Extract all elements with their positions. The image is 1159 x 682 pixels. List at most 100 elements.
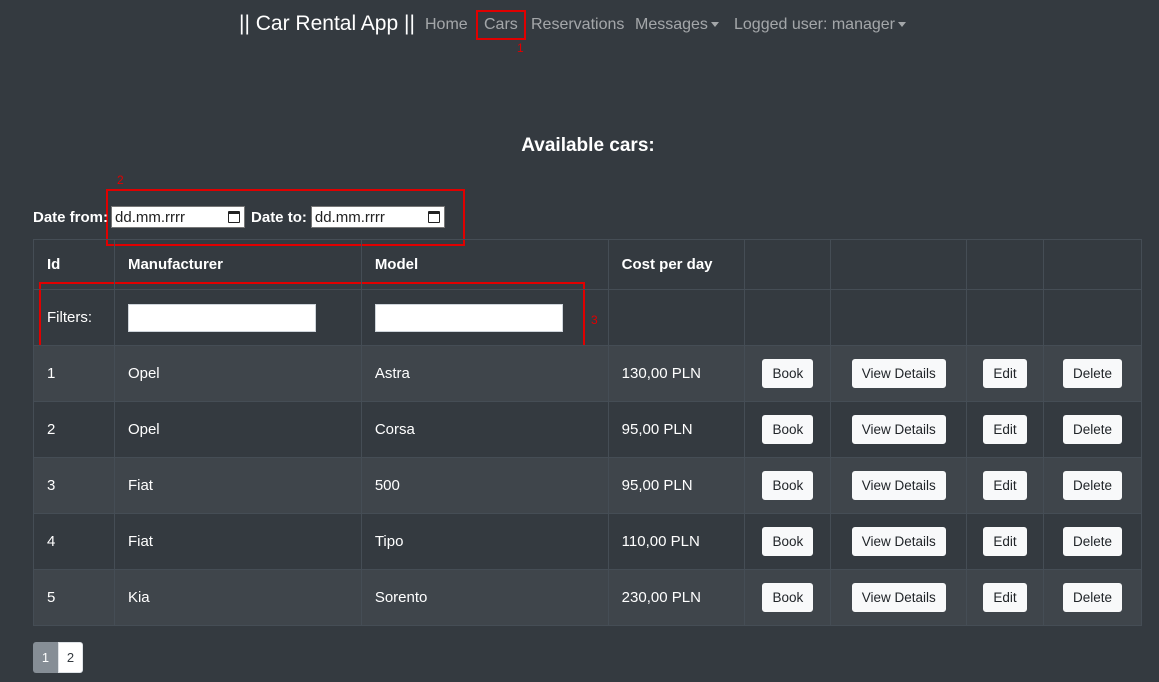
cell-edit: Edit — [966, 569, 1045, 626]
cell-id: 3 — [33, 457, 115, 514]
cell-edit: Edit — [966, 513, 1045, 570]
nav-user-label: Logged user: manager — [734, 16, 895, 33]
cell-book: Book — [744, 457, 832, 514]
delete-button[interactable]: Delete — [1063, 358, 1123, 389]
cell-manufacturer: Opel — [113, 345, 362, 402]
book-button[interactable]: Book — [762, 582, 814, 613]
book-button[interactable]: Book — [762, 358, 814, 389]
date-from-value: dd.mm.rrrr — [115, 208, 186, 226]
filter-cell-empty — [1043, 289, 1142, 346]
delete-button[interactable]: Delete — [1063, 582, 1123, 613]
cell-delete: Delete — [1043, 569, 1142, 626]
date-range: Date from: dd.mm.rrrr Date to: dd.mm.rrr… — [33, 206, 445, 228]
table-row: 4 Fiat Tipo 110,00 PLN Book View Details… — [33, 513, 1142, 570]
cell-book: Book — [744, 513, 832, 570]
cell-cost: 130,00 PLN — [607, 345, 746, 402]
view-details-button[interactable]: View Details — [851, 470, 946, 501]
nav-user-dropdown[interactable]: Logged user: manager — [734, 16, 906, 34]
cell-view: View Details — [830, 345, 968, 402]
view-details-button[interactable]: View Details — [851, 526, 946, 557]
header-empty — [1043, 239, 1142, 290]
book-button[interactable]: Book — [762, 526, 814, 557]
calendar-icon[interactable] — [427, 211, 440, 223]
cell-manufacturer: Fiat — [113, 513, 362, 570]
header-model[interactable]: Model — [360, 239, 609, 290]
cell-view: View Details — [830, 569, 968, 626]
cell-edit: Edit — [966, 457, 1045, 514]
chevron-down-icon — [710, 22, 719, 28]
book-button[interactable]: Book — [762, 470, 814, 501]
filter-cell — [113, 289, 362, 346]
nav-reservations[interactable]: Reservations — [531, 16, 624, 34]
table-row: 3 Fiat 500 95,00 PLN Book View Details E… — [33, 457, 1142, 514]
view-details-button[interactable]: View Details — [851, 414, 946, 445]
nav-home[interactable]: Home — [425, 16, 468, 34]
page-2-button[interactable]: 2 — [58, 642, 83, 673]
cars-table: Id Manufacturer Model Cost per day Filte… — [33, 239, 1142, 626]
cell-cost: 95,00 PLN — [607, 457, 746, 514]
filter-cell-empty — [830, 289, 968, 346]
cell-id: 1 — [33, 345, 115, 402]
cell-id: 5 — [33, 569, 115, 626]
cell-delete: Delete — [1043, 513, 1142, 570]
header-id[interactable]: Id — [33, 239, 115, 290]
book-button[interactable]: Book — [762, 414, 814, 445]
cell-manufacturer: Opel — [113, 401, 362, 458]
delete-button[interactable]: Delete — [1063, 526, 1123, 557]
cell-id: 4 — [33, 513, 115, 570]
view-details-button[interactable]: View Details — [851, 358, 946, 389]
cell-delete: Delete — [1043, 457, 1142, 514]
edit-button[interactable]: Edit — [983, 414, 1027, 445]
filter-cell — [360, 289, 609, 346]
cell-model: Sorento — [360, 569, 609, 626]
header-empty — [744, 239, 832, 290]
model-filter-input[interactable] — [374, 303, 563, 332]
calendar-icon[interactable] — [228, 211, 241, 223]
filter-cell-empty — [744, 289, 832, 346]
cell-cost: 95,00 PLN — [607, 401, 746, 458]
cell-book: Book — [744, 401, 832, 458]
nav-messages-dropdown[interactable]: Messages — [635, 16, 719, 34]
delete-button[interactable]: Delete — [1063, 414, 1123, 445]
edit-button[interactable]: Edit — [983, 470, 1027, 501]
edit-button[interactable]: Edit — [983, 526, 1027, 557]
edit-button[interactable]: Edit — [983, 582, 1027, 613]
manufacturer-filter-input[interactable] — [127, 303, 316, 332]
nav-messages-label: Messages — [635, 16, 708, 33]
cell-edit: Edit — [966, 345, 1045, 402]
edit-button[interactable]: Edit — [983, 358, 1027, 389]
cell-book: Book — [744, 345, 832, 402]
cell-delete: Delete — [1043, 345, 1142, 402]
view-details-button[interactable]: View Details — [851, 582, 946, 613]
cell-cost: 110,00 PLN — [607, 513, 746, 570]
app-brand[interactable]: || Car Rental App || — [239, 12, 415, 36]
annotation-number-1: 1 — [517, 41, 524, 55]
filter-cell-empty — [966, 289, 1045, 346]
cell-view: View Details — [830, 457, 968, 514]
date-from-input[interactable]: dd.mm.rrrr — [111, 206, 246, 228]
table-row: 5 Kia Sorento 230,00 PLN Book View Detai… — [33, 569, 1142, 626]
filters-label: Filters: — [33, 289, 115, 346]
header-cost[interactable]: Cost per day — [607, 239, 746, 290]
page-1-button[interactable]: 1 — [33, 642, 58, 673]
table-header-row: Id Manufacturer Model Cost per day — [33, 239, 1142, 290]
date-to-label: Date to: — [251, 208, 307, 226]
cell-manufacturer: Fiat — [113, 457, 362, 514]
page-title: Available cars: — [521, 135, 655, 156]
cell-model: Astra — [360, 345, 609, 402]
date-to-input[interactable]: dd.mm.rrrr — [310, 206, 445, 228]
cell-model: Tipo — [360, 513, 609, 570]
cell-edit: Edit — [966, 401, 1045, 458]
pagination: 1 2 — [33, 642, 83, 673]
delete-button[interactable]: Delete — [1063, 470, 1123, 501]
cell-model: 500 — [360, 457, 609, 514]
chevron-down-icon — [898, 22, 906, 28]
date-from-label: Date from: — [33, 208, 109, 226]
cell-cost: 230,00 PLN — [607, 569, 746, 626]
annotation-number-2: 2 — [117, 173, 124, 187]
cell-manufacturer: Kia — [113, 569, 362, 626]
date-to-value: dd.mm.rrrr — [314, 208, 385, 226]
table-row: 1 Opel Astra 130,00 PLN Book View Detail… — [33, 345, 1142, 402]
cell-view: View Details — [830, 401, 968, 458]
header-manufacturer[interactable]: Manufacturer — [113, 239, 362, 290]
